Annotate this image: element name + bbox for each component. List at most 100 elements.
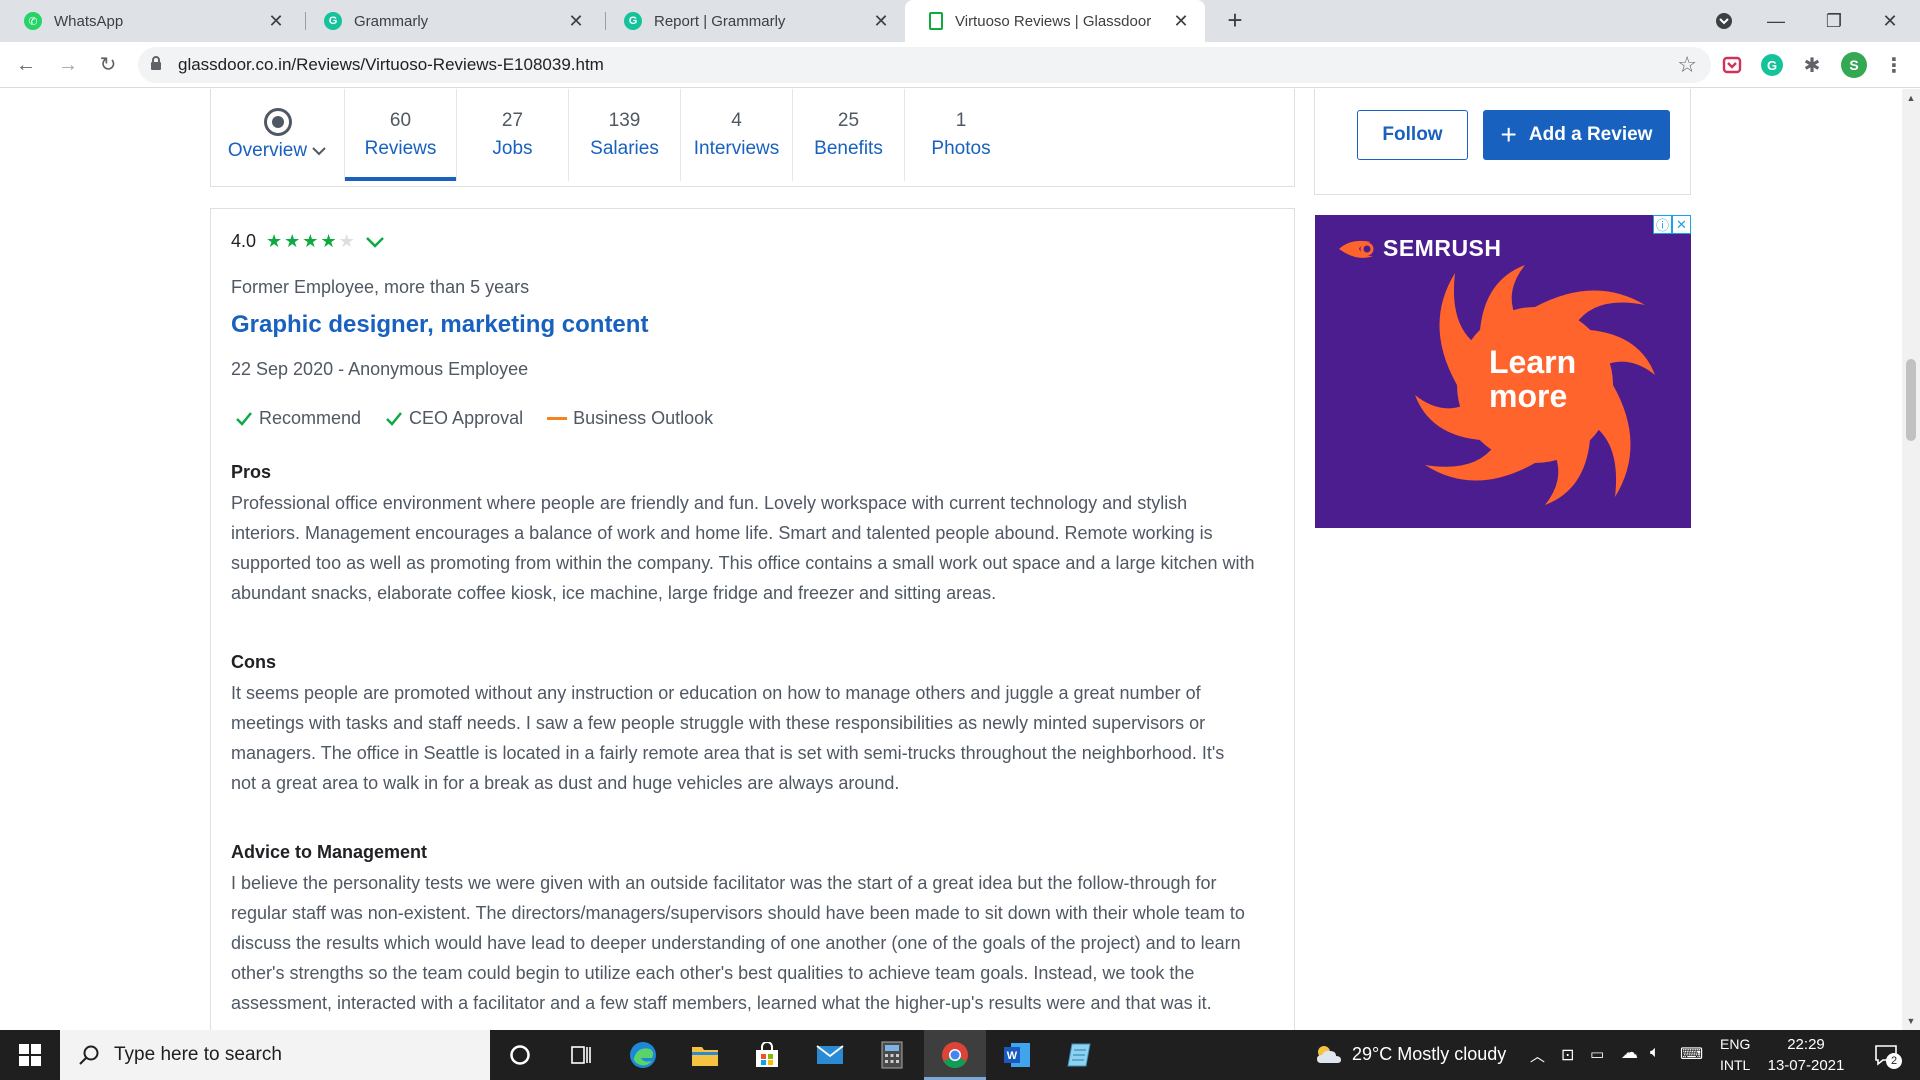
chrome-menu-icon[interactable]: ⋮: [1882, 53, 1906, 77]
tab-salaries[interactable]: 139 Salaries: [569, 89, 681, 181]
volume-icon[interactable]: 🔈︎: [1650, 1044, 1660, 1062]
sub-ratings: Recommend CEO Approval Business Outlook: [235, 408, 737, 429]
chevron-up-icon[interactable]: ︿: [1530, 1045, 1545, 1066]
tab-interviews[interactable]: 4 Interviews: [681, 89, 793, 181]
rating-label: Business Outlook: [573, 408, 714, 428]
close-icon[interactable]: ✕: [871, 11, 891, 32]
semrush-ad[interactable]: ⓘ ✕ SEMRUSH Learn more: [1315, 215, 1691, 528]
tab-overview[interactable]: Overview: [211, 89, 345, 181]
notepad-app-icon[interactable]: [1063, 1039, 1095, 1071]
mail-icon[interactable]: [814, 1039, 846, 1071]
restore-icon[interactable]: ❐: [1810, 0, 1858, 42]
bookmark-star-icon[interactable]: ☆: [1677, 52, 1697, 78]
tab-label: Reviews: [364, 138, 437, 159]
tab-label: Photos: [931, 138, 991, 159]
tab-label: Salaries: [590, 138, 659, 159]
advice-line: other's strengths so the team could begi…: [231, 963, 1195, 983]
task-view-icon[interactable]: [565, 1039, 597, 1071]
tab-search-icon[interactable]: [1700, 0, 1748, 42]
advice-line: I believe the personality tests we were …: [231, 873, 1217, 893]
page-scrollbar[interactable]: ▲ ▼: [1902, 89, 1920, 1030]
battery-icon[interactable]: ▭: [1590, 1045, 1604, 1063]
cta-line: more: [1489, 378, 1568, 414]
overview-icon: [263, 108, 292, 136]
tab-overview-label: Overview: [227, 140, 308, 161]
tab-benefits[interactable]: 25 Benefits: [793, 89, 905, 181]
search-placeholder: Type here to search: [114, 1044, 282, 1065]
review-title-link[interactable]: Graphic designer, marketing content: [231, 311, 648, 339]
review-date-author: 22 Sep 2020 - Anonymous Employee: [231, 359, 529, 379]
tab-glassdoor[interactable]: Virtuoso Reviews | Glassdoor ✕: [905, 0, 1205, 42]
tab-title: Grammarly: [354, 12, 429, 30]
edge-browser-icon[interactable]: [627, 1039, 659, 1071]
chevron-down-icon[interactable]: [365, 232, 385, 252]
pros-line: abundant snacks, elaborate coffee kiosk,…: [231, 583, 997, 603]
minimize-icon[interactable]: —: [1752, 0, 1800, 42]
tab-grammarly[interactable]: G Grammarly ✕: [300, 0, 600, 42]
lang-line: INTL: [1720, 1057, 1751, 1073]
onedrive-icon[interactable]: ☁: [1621, 1043, 1638, 1063]
cons-line: not a great area to walk in for a break …: [231, 773, 900, 793]
keyboard-icon[interactable]: ⌨: [1680, 1044, 1703, 1064]
ad-close-icon[interactable]: ✕: [1672, 215, 1691, 234]
pocket-extension-icon[interactable]: [1720, 53, 1744, 77]
windows-start-button[interactable]: [0, 1030, 60, 1080]
store-icon[interactable]: [751, 1039, 783, 1071]
windows-taskbar: Type here to search W 29°C Mostly cloudy…: [0, 1030, 1920, 1080]
notification-center-icon[interactable]: 2: [1870, 1039, 1902, 1071]
learn-more-cta[interactable]: Learn more: [1489, 345, 1576, 413]
input-language[interactable]: ENG INTL: [1720, 1034, 1750, 1076]
scroll-down-icon[interactable]: ▼: [1906, 1016, 1916, 1026]
tab-report-grammarly[interactable]: G Report | Grammarly ✕: [600, 0, 905, 42]
taskbar-clock[interactable]: 22:29 13-07-2021: [1756, 1034, 1856, 1076]
pros-heading: Pros: [231, 462, 272, 482]
word-icon[interactable]: W: [1001, 1039, 1033, 1071]
calculator-icon[interactable]: [876, 1039, 908, 1071]
advice-text: I believe the personality tests we were …: [231, 868, 1271, 1018]
close-icon[interactable]: ✕: [266, 11, 286, 32]
url-text[interactable]: glassdoor.co.in/Reviews/Virtuoso-Reviews…: [178, 55, 604, 75]
weather-cloud-icon[interactable]: [1312, 1039, 1344, 1071]
tab-count: 1: [955, 110, 967, 131]
network-icon[interactable]: ⊡: [1561, 1045, 1574, 1065]
cortana-icon[interactable]: [504, 1039, 536, 1071]
recommend-rating: Recommend: [235, 408, 361, 429]
new-tab-button[interactable]: +: [1220, 6, 1250, 36]
close-icon[interactable]: ✕: [566, 11, 586, 32]
reload-icon[interactable]: ↻: [92, 49, 124, 81]
business-outlook-rating: Business Outlook: [547, 408, 713, 429]
advice-heading: Advice to Management: [231, 842, 428, 862]
scrollbar-thumb[interactable]: [1906, 359, 1916, 441]
tab-photos[interactable]: 1 Photos: [905, 89, 1017, 181]
sidebar-box: [1314, 89, 1691, 195]
browser-toolbar: ← → ↻ glassdoor.co.in/Reviews/Virtuoso-R…: [0, 42, 1920, 88]
rating-value: 4.0: [231, 231, 257, 251]
browser-tab-strip: ✆ WhatsApp ✕ G Grammarly ✕ G Report | Gr…: [0, 0, 1920, 42]
address-bar[interactable]: glassdoor.co.in/Reviews/Virtuoso-Reviews…: [138, 47, 1711, 83]
grammarly-extension-icon[interactable]: G: [1761, 54, 1783, 76]
adchoices-icon[interactable]: ⓘ: [1653, 215, 1672, 234]
extensions-puzzle-icon[interactable]: ✱: [1800, 53, 1824, 77]
forward-icon[interactable]: →: [52, 49, 84, 81]
ad-brand: SEMRUSH: [1383, 235, 1502, 261]
tab-label: Interviews: [693, 138, 780, 159]
file-explorer-icon[interactable]: [689, 1039, 721, 1071]
back-icon[interactable]: ←: [10, 49, 42, 81]
tab-jobs[interactable]: 27 Jobs: [457, 89, 569, 181]
page-content: Overview 60 Reviews 27 Jobs 139 Salaries…: [0, 89, 1920, 1030]
tab-label: Jobs: [492, 138, 533, 159]
tab-whatsapp[interactable]: ✆ WhatsApp ✕: [0, 0, 300, 42]
cons-line: meetings with tasks and staff needs. I s…: [231, 713, 1206, 733]
tab-count: 60: [389, 110, 412, 131]
chrome-icon[interactable]: [939, 1039, 971, 1071]
window-close-icon[interactable]: ✕: [1866, 0, 1914, 42]
tab-reviews[interactable]: 60 Reviews: [345, 89, 457, 181]
pros-text: Professional office environment where pe…: [231, 488, 1271, 608]
scroll-up-icon[interactable]: ▲: [1906, 93, 1916, 103]
taskbar-search-box[interactable]: Type here to search: [60, 1030, 490, 1080]
lang-line: ENG: [1720, 1036, 1751, 1052]
close-icon[interactable]: ✕: [1171, 11, 1191, 32]
rating-label: Recommend: [259, 408, 362, 428]
profile-avatar[interactable]: S: [1841, 52, 1867, 78]
weather-text[interactable]: 29°C Mostly cloudy: [1352, 1044, 1506, 1065]
